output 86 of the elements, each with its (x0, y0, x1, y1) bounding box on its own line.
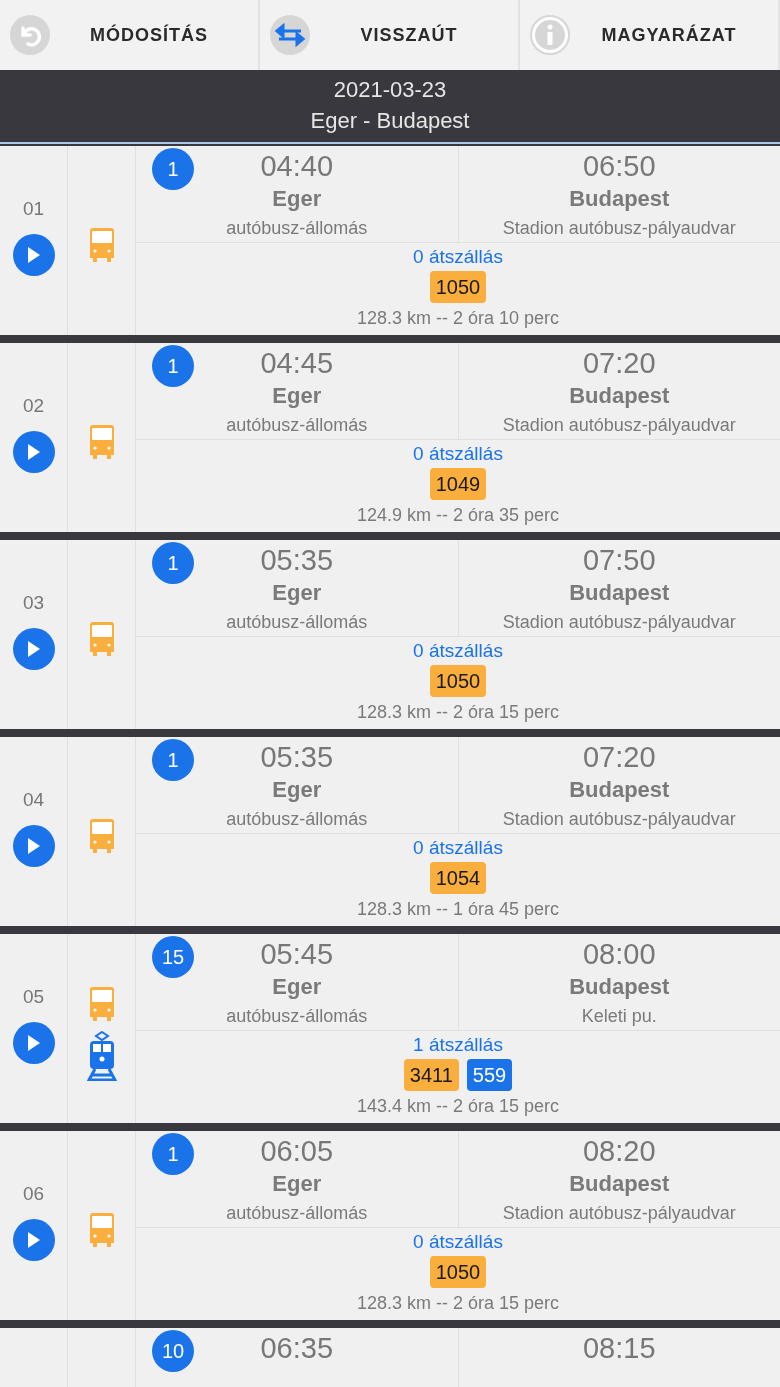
play-button[interactable] (12, 1219, 55, 1261)
line-number: 1050 (429, 665, 487, 697)
distance-duration-text: 128.3 km -- 2 óra 15 perc (356, 701, 560, 724)
city-text: Eger (272, 1170, 322, 1198)
bus-icon (87, 621, 116, 658)
station-text: autóbusz-állomás (226, 217, 368, 240)
city-text: Eger (272, 579, 322, 607)
line-number: 1050 (429, 1256, 487, 1288)
info-icon (530, 15, 570, 55)
bus-icon (87, 424, 116, 461)
time-text: 07:50 (582, 543, 656, 578)
time-text: 06:05 (260, 1134, 334, 1169)
play-button[interactable] (12, 234, 55, 276)
play-button[interactable] (12, 431, 55, 473)
trip-number: 03 (22, 592, 45, 614)
transfers-text: 0 átszállás (413, 442, 503, 466)
line-number: 1049 (429, 468, 487, 500)
time-text: 05:35 (260, 543, 334, 578)
station-text: autóbusz-állomás (226, 414, 368, 437)
city-text: Eger (272, 382, 322, 410)
play-button[interactable] (12, 628, 55, 670)
distance-duration-text: 143.4 km -- 2 óra 15 perc (356, 1095, 560, 1118)
city-text: Budapest (569, 579, 670, 607)
transfers-text: 0 átszállás (413, 245, 503, 269)
station-text: Stadion autóbusz-pályaudvar (502, 611, 736, 634)
station-text: Stadion autóbusz-pályaudvar (502, 1202, 736, 1225)
city-text: Budapest (569, 185, 670, 213)
city-text: Eger (272, 973, 322, 1001)
station-text: Keleti pu. (581, 1005, 657, 1028)
station-text: Stadion autóbusz-pályaudvar (502, 217, 736, 240)
time-text: 05:35 (260, 740, 334, 775)
transfers-text: 0 átszállás (413, 639, 503, 663)
play-icon (26, 641, 41, 657)
time-text: 04:40 (260, 149, 334, 184)
trip-number: 05 (22, 986, 45, 1008)
time-text: 06:35 (260, 1331, 334, 1366)
line-number: 559 (466, 1059, 513, 1091)
play-icon (26, 1035, 41, 1051)
date-text: 2021-03-23 (333, 76, 447, 104)
station-text: autóbusz-állomás (226, 1005, 368, 1028)
bus-icon (87, 986, 116, 1023)
station-text: autóbusz-állomás (226, 611, 368, 634)
play-icon (26, 444, 41, 460)
distance-duration-text: 128.3 km -- 2 óra 15 perc (356, 1292, 560, 1315)
city-text: Eger (272, 776, 322, 804)
time-text: 08:00 (582, 937, 656, 972)
city-text: Budapest (569, 973, 670, 1001)
distance-duration-text: 128.3 km -- 1 óra 45 perc (356, 898, 560, 921)
time-text: 05:45 (260, 937, 334, 972)
bus-icon (87, 227, 116, 264)
transfers-text: 1 átszállás (413, 1033, 503, 1057)
station-text: Stadion autóbusz-pályaudvar (502, 414, 736, 437)
route-title: Eger - Budapest (310, 107, 470, 135)
play-button[interactable] (12, 825, 55, 867)
city-text: Budapest (569, 1170, 670, 1198)
time-text: 08:15 (582, 1331, 656, 1366)
play-icon (26, 1232, 41, 1248)
play-icon (26, 247, 41, 263)
time-text: 08:20 (582, 1134, 656, 1169)
city-text: Budapest (569, 382, 670, 410)
trip-number: 01 (22, 198, 45, 220)
city-text: Budapest (569, 776, 670, 804)
line-number: 1050 (429, 271, 487, 303)
time-text: 07:20 (582, 740, 656, 775)
city-text: Eger (272, 185, 322, 213)
station-text: autóbusz-állomás (226, 1202, 368, 1225)
swap-arrows-icon (270, 15, 310, 55)
distance-duration-text: 124.9 km -- 2 óra 35 perc (356, 504, 560, 527)
time-text: 06:50 (582, 149, 656, 184)
transfers-text: 0 átszállás (413, 836, 503, 860)
time-text: 04:45 (260, 346, 334, 381)
transfers-text: 0 átszállás (413, 1230, 503, 1254)
play-button[interactable] (12, 1022, 55, 1064)
tram-icon (86, 1030, 117, 1081)
bus-icon (87, 818, 116, 855)
station-text: Stadion autóbusz-pályaudvar (502, 808, 736, 831)
bus-icon (87, 1212, 116, 1249)
distance-duration-text: 128.3 km -- 2 óra 10 perc (356, 307, 560, 330)
line-number: 3411 (403, 1059, 459, 1091)
time-text: 07:20 (582, 346, 656, 381)
trip-number: 02 (22, 395, 45, 417)
trip-number: 04 (22, 789, 45, 811)
line-number: 1054 (429, 862, 487, 894)
play-icon (26, 838, 41, 854)
station-text: autóbusz-állomás (226, 808, 368, 831)
trip-number: 06 (22, 1183, 45, 1205)
